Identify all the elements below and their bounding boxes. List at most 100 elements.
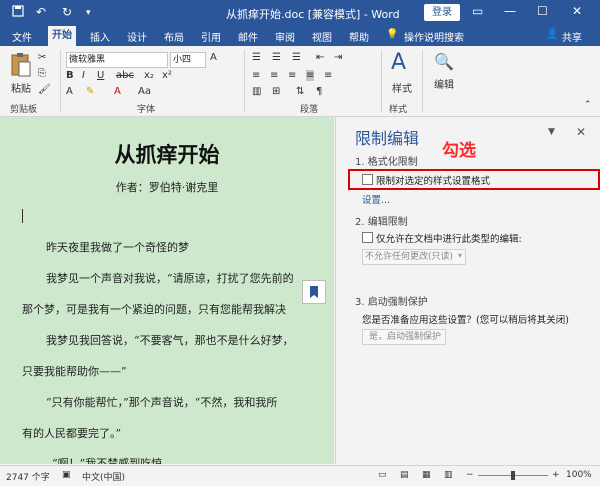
zoom-level[interactable]: 100% [566, 470, 592, 480]
lightbulb-icon: 💡 [386, 29, 399, 40]
text-cursor [22, 209, 23, 223]
tab-home[interactable]: 开始 [48, 26, 76, 46]
tab-design[interactable]: 设计 [127, 29, 147, 44]
increase-indent-icon[interactable]: ⇥ [334, 52, 342, 63]
word-count[interactable]: 2747 个字 [6, 470, 50, 483]
redo-icon[interactable]: ↻ [62, 5, 72, 19]
decrease-indent-icon[interactable]: ⇤ [316, 52, 324, 63]
superscript-icon[interactable]: x² [162, 70, 172, 81]
save-icon[interactable] [12, 5, 24, 20]
italic-icon[interactable]: I [82, 70, 85, 81]
customize-qa-icon[interactable]: ▾ [86, 8, 91, 18]
collapse-ribbon-icon[interactable]: ⌃ [584, 100, 592, 110]
bullets-icon[interactable]: ☰ [252, 52, 261, 63]
document-area[interactable]: 从抓痒开始 作者：罗伯特·谢克里 昨天夜里我做了一个奇怪的梦 我梦见一个声音对我… [0, 117, 334, 464]
minimize-icon[interactable]: — [504, 4, 516, 18]
edit-restrict-checkbox[interactable] [362, 232, 373, 243]
zoom-in-icon[interactable]: + [552, 470, 560, 480]
bold-icon[interactable]: B [66, 70, 74, 81]
proofing-icon[interactable]: ▣ [62, 470, 71, 480]
align-center-icon[interactable]: ≡ [270, 70, 278, 81]
borders-icon[interactable]: ⊞ [272, 86, 280, 97]
ribbon-separator [381, 50, 382, 112]
copy-icon[interactable]: ⎘ [38, 68, 46, 79]
tab-help[interactable]: 帮助 [349, 29, 369, 44]
format-restrict-checkbox[interactable] [362, 174, 373, 185]
sort-icon[interactable]: ⇅ [296, 86, 304, 97]
doc-paragraph: “啊！”我不禁感到吃惊。 [52, 457, 174, 464]
cut-icon[interactable]: ✂ [38, 52, 46, 63]
underline-icon[interactable]: U [97, 70, 104, 81]
doc-paragraph: 我梦见一个声音对我说，“请原谅，打扰了您先前的 [46, 272, 294, 285]
login-button[interactable]: 登录 [424, 4, 460, 21]
chevron-down-icon: ▾ [458, 251, 463, 260]
subscript-icon[interactable]: x₂ [144, 70, 154, 81]
maximize-icon[interactable]: ☐ [537, 4, 548, 18]
zoom-out-icon[interactable]: − [466, 470, 474, 480]
doc-paragraph: 我梦见我回答说，“不要客气，那也不是什么好梦， [46, 334, 294, 347]
tell-me-search[interactable]: 操作说明搜索 [404, 29, 464, 44]
bookmark-button[interactable] [302, 280, 326, 304]
change-case-icon[interactable]: Aa [138, 86, 151, 97]
show-marks-icon[interactable]: ¶ [316, 86, 322, 97]
doc-paragraph: 有的人民都要完了。” [22, 427, 122, 440]
align-right-icon[interactable]: ≡ [288, 70, 296, 81]
ribbon-separator [60, 50, 61, 112]
align-left-icon[interactable]: ≡ [252, 70, 260, 81]
section-edit-heading: 2. 编辑限制 [355, 217, 408, 228]
edit-button[interactable]: 编辑 [434, 76, 454, 91]
close-icon[interactable]: ✕ [572, 4, 582, 18]
distributed-icon[interactable]: ≡ [324, 70, 332, 81]
edit-type-select[interactable]: 不允许任何更改(只读) [362, 249, 466, 265]
enforce-question: 您是否准备应用这些设置？(您可以稍后将其关闭) [362, 315, 569, 326]
settings-link[interactable]: 设置... [362, 192, 390, 206]
language-status[interactable]: 中文(中国) [82, 470, 125, 483]
share-icon: 👤 [546, 29, 559, 40]
read-mode-icon[interactable]: ▤ [400, 470, 409, 480]
styles-button[interactable]: 样式 [392, 80, 412, 95]
zoom-slider-thumb[interactable] [511, 471, 515, 480]
bookmark-icon [310, 286, 318, 298]
tab-file[interactable]: 文件 [12, 29, 32, 44]
paste-button[interactable]: 粘贴 [11, 80, 31, 95]
shading-icon[interactable]: ▥ [252, 86, 261, 97]
clipboard-group-label: 剪贴板 [10, 105, 38, 115]
tab-references[interactable]: 引用 [201, 29, 221, 44]
focus-mode-icon[interactable]: ▭ [378, 470, 387, 480]
tab-review[interactable]: 审阅 [275, 29, 295, 44]
font-name-select[interactable]: 微软雅黑 [66, 52, 168, 68]
strikethrough-icon[interactable]: abc [116, 70, 134, 81]
tab-layout[interactable]: 布局 [164, 29, 184, 44]
ribbon-tabs: 文件 开始 插入 设计 布局 引用 邮件 审阅 视图 帮助 💡 操作说明搜索 👤… [0, 26, 600, 46]
doc-paragraph: 那个梦，可是我有一个紧迫的问题，只有您能帮我解决 [22, 303, 286, 316]
annotation-text: 勾选 [442, 141, 476, 161]
share-button[interactable]: 共享 [562, 29, 582, 44]
paste-icon[interactable] [10, 52, 32, 81]
print-layout-icon[interactable]: ▦ [422, 470, 431, 480]
pane-close-icon[interactable]: ✕ [576, 125, 586, 139]
font-size-select[interactable]: 小四 [170, 52, 206, 68]
tab-view[interactable]: 视图 [312, 29, 332, 44]
font-grow-icon[interactable]: A [210, 52, 217, 63]
ribbon-separator [244, 50, 245, 112]
styles-group-label: 样式 [389, 105, 408, 115]
text-effects-icon[interactable]: A [66, 86, 73, 97]
font-color-icon[interactable]: A [114, 86, 121, 97]
tab-mailings[interactable]: 邮件 [238, 29, 258, 44]
format-painter-icon[interactable]: 🖌 [38, 84, 51, 95]
find-icon[interactable]: 🔍 [434, 52, 454, 71]
start-enforcing-button[interactable]: 是，启动强制保护 [362, 329, 446, 345]
status-bar: 2747 个字 ▣ 中文(中国) ▭ ▤ ▦ ▥ − + 100% [0, 465, 600, 486]
tab-insert[interactable]: 插入 [90, 29, 110, 44]
justify-icon[interactable]: ≡ [306, 70, 315, 81]
highlight-icon[interactable]: ✎ [86, 86, 94, 97]
multilevel-list-icon[interactable]: ☰ [292, 52, 301, 63]
styles-icon[interactable]: A [391, 50, 406, 75]
undo-icon[interactable]: ↶ [36, 5, 46, 19]
web-layout-icon[interactable]: ▥ [444, 470, 453, 480]
font-group-label: 字体 [137, 105, 156, 115]
ribbon-display-icon[interactable]: ▭ [472, 4, 483, 18]
numbering-icon[interactable]: ☰ [272, 52, 281, 63]
pane-options-icon[interactable]: ▼ [548, 127, 555, 137]
edit-restrict-label: 仅允许在文档中进行此类型的编辑: [376, 234, 522, 245]
